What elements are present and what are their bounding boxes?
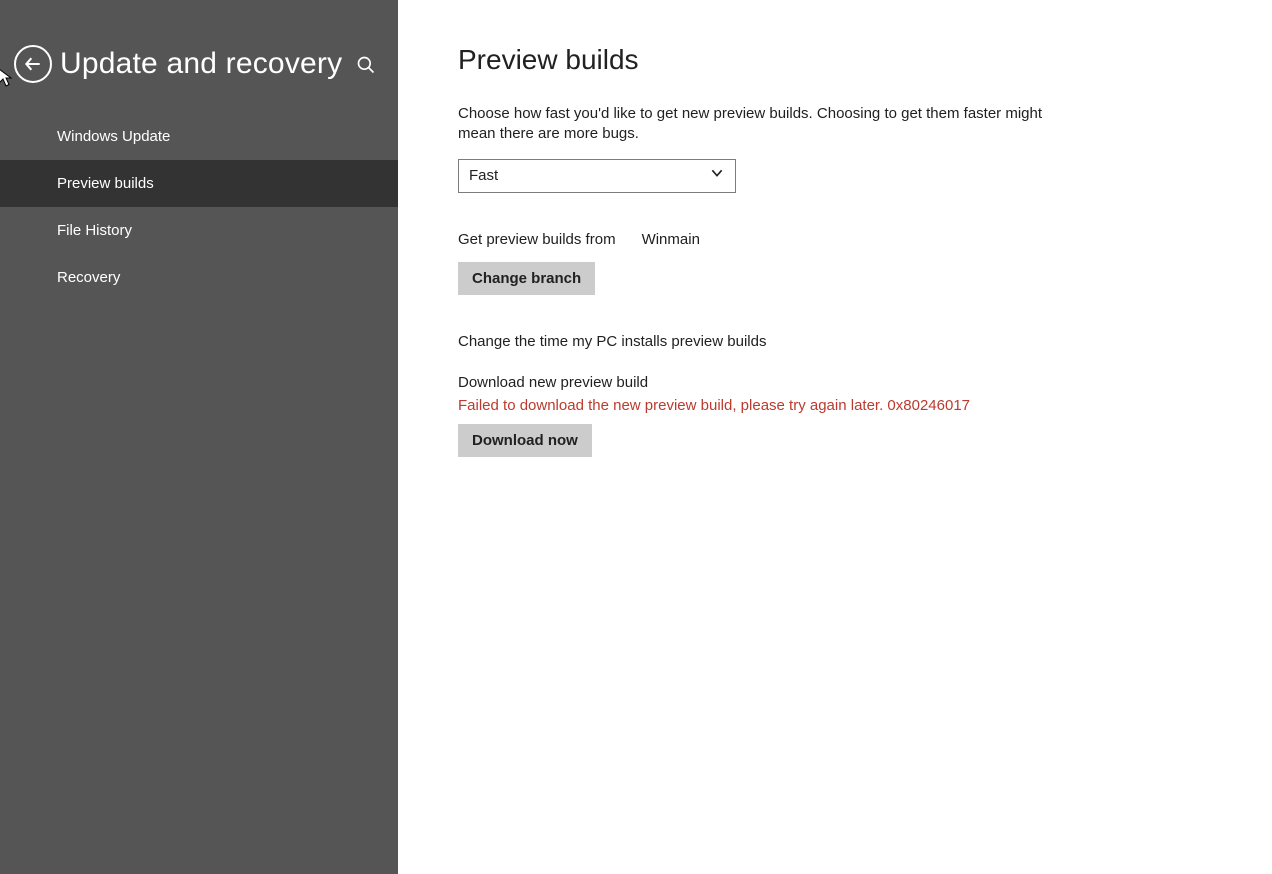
content-panel: Preview builds Choose how fast you'd lik…: [398, 0, 1118, 874]
change-install-time-link[interactable]: Change the time my PC installs preview b…: [458, 333, 1058, 350]
sidebar-header: Update and recovery: [0, 0, 398, 113]
sidebar-item-recovery[interactable]: Recovery: [0, 254, 398, 301]
back-arrow-icon: [23, 54, 43, 74]
back-button[interactable]: [14, 45, 52, 83]
sidebar-item-label: Preview builds: [57, 175, 154, 192]
search-button[interactable]: [356, 55, 376, 80]
sidebar-item-preview-builds[interactable]: Preview builds: [0, 160, 398, 207]
change-branch-button[interactable]: Change branch: [458, 262, 595, 295]
sidebar-item-label: File History: [57, 222, 132, 239]
download-heading: Download new preview build: [458, 374, 1058, 391]
search-icon: [356, 55, 376, 75]
sidebar-item-file-history[interactable]: File History: [0, 207, 398, 254]
sidebar-item-label: Windows Update: [57, 128, 170, 145]
build-speed-description: Choose how fast you'd like to get new pr…: [458, 104, 1058, 145]
sidebar-nav: Windows Update Preview builds File Histo…: [0, 113, 398, 301]
download-now-button[interactable]: Download now: [458, 424, 592, 457]
branch-row: Get preview builds from Winmain: [458, 231, 1058, 248]
sidebar-item-windows-update[interactable]: Windows Update: [0, 113, 398, 160]
sidebar-title: Update and recovery: [60, 47, 342, 81]
download-error-message: Failed to download the new preview build…: [458, 397, 1058, 414]
sidebar-panel: Update and recovery Windows Update Previ…: [0, 0, 398, 874]
sidebar-item-label: Recovery: [57, 269, 120, 286]
dropdown-value: Fast: [469, 167, 498, 184]
branch-value: Winmain: [642, 231, 700, 248]
chevron-down-icon: [709, 165, 725, 186]
page-title: Preview builds: [458, 44, 1058, 76]
build-speed-dropdown[interactable]: Fast: [458, 159, 736, 193]
branch-label: Get preview builds from: [458, 231, 616, 248]
